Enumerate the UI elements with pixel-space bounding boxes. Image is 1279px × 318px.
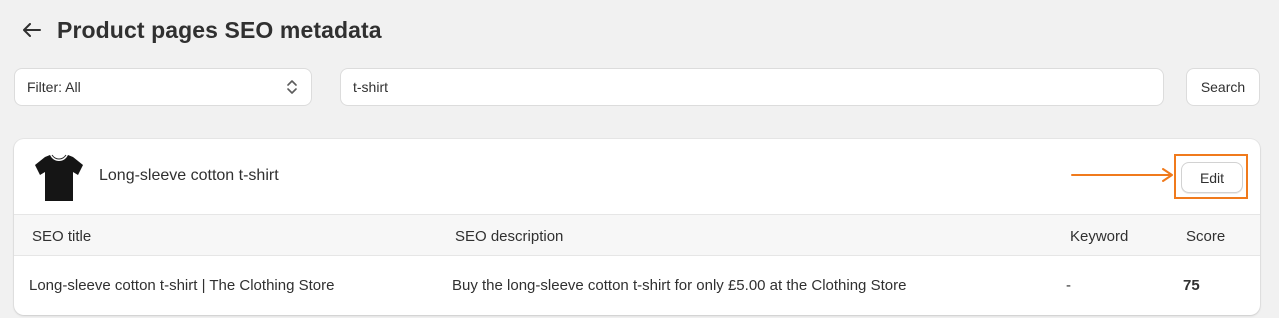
page-title: Product pages SEO metadata bbox=[57, 16, 382, 43]
cell-score: 75 bbox=[1183, 277, 1200, 294]
column-header-seo-title: SEO title bbox=[32, 228, 92, 245]
table-row: Long-sleeve cotton t-shirt | The Clothin… bbox=[14, 256, 1260, 315]
product-card-header: Long-sleeve cotton t-shirt Edit bbox=[14, 139, 1260, 215]
tshirt-thumbnail bbox=[35, 154, 83, 201]
table-header: SEO title SEO description Keyword Score bbox=[14, 215, 1260, 256]
product-card: Long-sleeve cotton t-shirt Edit SEO titl… bbox=[14, 139, 1260, 315]
chevron-up-down-icon bbox=[287, 80, 297, 94]
product-name: Long-sleeve cotton t-shirt bbox=[99, 167, 279, 184]
edit-highlight-box: Edit bbox=[1174, 154, 1248, 199]
arrow-left-icon bbox=[23, 23, 41, 37]
cell-seo-description: Buy the long-sleeve cotton t-shirt for o… bbox=[452, 277, 907, 294]
search-button[interactable]: Search bbox=[1186, 68, 1260, 106]
search-input[interactable] bbox=[340, 68, 1164, 106]
column-header-score: Score bbox=[1186, 228, 1226, 245]
column-header-seo-description: SEO description bbox=[455, 228, 564, 245]
annotation-arrow-icon bbox=[1071, 168, 1173, 182]
back-button[interactable] bbox=[20, 18, 44, 42]
edit-button[interactable]: Edit bbox=[1181, 162, 1243, 193]
filter-select[interactable]: Filter: All bbox=[14, 68, 312, 106]
cell-keyword: - bbox=[1066, 277, 1071, 294]
filter-select-label: Filter: All bbox=[27, 79, 81, 95]
column-header-keyword: Keyword bbox=[1070, 228, 1129, 245]
page: Product pages SEO metadata Filter: All S… bbox=[0, 0, 1279, 318]
cell-seo-title: Long-sleeve cotton t-shirt | The Clothin… bbox=[29, 277, 335, 294]
page-header: Product pages SEO metadata bbox=[20, 12, 382, 48]
